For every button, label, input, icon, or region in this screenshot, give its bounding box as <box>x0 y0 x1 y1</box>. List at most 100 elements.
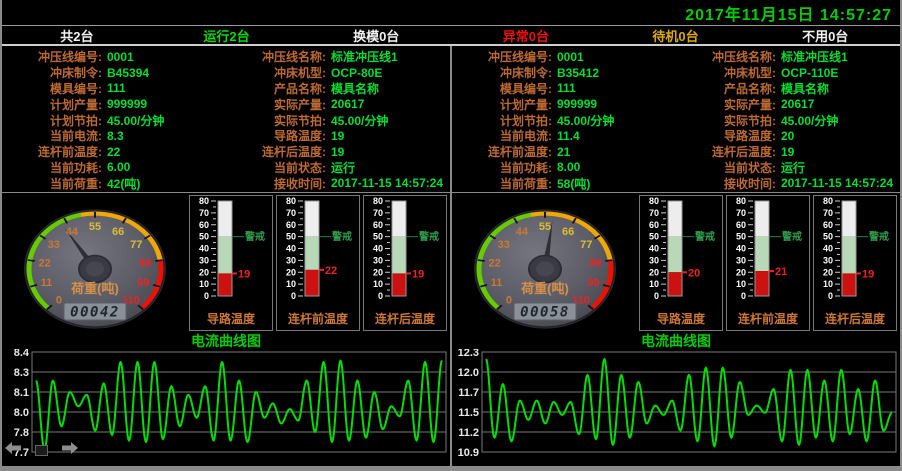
forward-arrow-icon[interactable] <box>61 441 79 460</box>
thermo-scale-label: 80 <box>199 196 209 206</box>
info-label: 产品名称: <box>676 80 776 97</box>
info-value: 45.00/分钟 <box>326 112 388 129</box>
info-label: 冲压线编号: <box>2 48 102 65</box>
thermo-scale-label: 70 <box>199 208 209 218</box>
chart-title: 电流曲线图 <box>2 333 450 349</box>
thermo-scale-label: 40 <box>286 244 296 254</box>
info-value: 6.00 <box>102 160 130 174</box>
status-total-count: 共2台 <box>2 26 152 45</box>
info-value: 19 <box>326 145 344 159</box>
thermo-scale-label: 40 <box>736 244 746 254</box>
info-value: 42(吨) <box>102 175 140 192</box>
info-label: 连杆后温度: <box>226 143 326 160</box>
thermo-scale-label: 80 <box>373 196 383 206</box>
info-label: 导路温度: <box>676 127 776 144</box>
info-value: 19 <box>776 145 794 159</box>
info-label: 连杆前温度: <box>2 143 102 160</box>
info-value: 运行 <box>776 159 805 176</box>
thermo-scale-label: 10 <box>199 279 209 289</box>
info-row: 实际产量:20617 <box>226 96 450 112</box>
thermo-scale-label: 50 <box>823 232 833 242</box>
window-icon[interactable] <box>35 445 48 456</box>
gauge-tick-label: 33 <box>48 239 60 251</box>
info-value: OCP-110E <box>776 66 838 80</box>
info-label: 冲压线名称: <box>226 48 326 65</box>
thermo-scale-label: 0 <box>654 291 659 301</box>
gauge-tick-label: 11 <box>41 277 53 289</box>
info-value: 模具名称 <box>776 80 829 97</box>
info-label: 计划产量: <box>2 96 102 113</box>
info-column-right: 冲压线名称:标准冲压线1冲床机型:OCP-80E产品名称:模具名称实际产量:20… <box>226 49 450 192</box>
machine-status-summary-bar: 共2台 运行2台 换模0台 异常0台 待机0台 不用0台 <box>2 26 900 46</box>
info-row: 当前功耗:8.00 <box>452 160 676 176</box>
thermo-scale-label: 50 <box>649 232 659 242</box>
thermo-scale-label: 30 <box>286 255 296 265</box>
thermometer-svg: 80706050403020100警戒22 <box>277 196 359 309</box>
y-axis-tick-label: 8.3 <box>14 367 29 379</box>
gauge-tick-label: 0 <box>56 294 62 306</box>
thermo-scale-label: 60 <box>649 220 659 230</box>
status-running-count: 运行2台 <box>152 26 302 45</box>
info-value: 19 <box>326 129 344 143</box>
gauge-tick-label: 99 <box>137 277 149 289</box>
back-arrow-icon[interactable] <box>4 441 22 460</box>
thermo-scale-label: 20 <box>823 267 833 277</box>
thermometer-rod-rear-temp: 80706050403020100警戒19连杆后温度 <box>363 195 447 331</box>
info-value: 20 <box>776 129 794 143</box>
thermo-scale-label: 60 <box>286 220 296 230</box>
info-row: 冲压线名称:标准冲压线1 <box>676 49 900 65</box>
info-value: 20617 <box>326 97 364 111</box>
info-value: 111 <box>102 81 126 95</box>
thermo-title: 导路温度 <box>657 310 705 327</box>
thermo-value-label: 19 <box>238 268 250 280</box>
thermo-scale-label: 50 <box>373 232 383 242</box>
y-axis-tick-label: 7.8 <box>14 427 29 439</box>
info-value: B45394 <box>102 66 149 80</box>
thermo-scale-label: 50 <box>286 232 296 242</box>
info-row: 连杆后温度:19 <box>676 144 900 160</box>
y-axis-tick-label: 12.0 <box>458 367 479 379</box>
info-value: 2017-11-15 14:57:24 <box>326 176 443 190</box>
y-axis-tick-label: 12.3 <box>458 349 479 359</box>
load-gauge: 0112233445566778899110荷重(吨)00042 <box>4 195 186 332</box>
info-row: 当前功耗:6.00 <box>2 160 226 176</box>
info-row: 冲压线编号:0001 <box>2 49 226 65</box>
info-row: 当前荷重:42(吨) <box>2 175 226 191</box>
thermo-scale-label: 0 <box>828 291 833 301</box>
info-row: 导路温度:19 <box>226 128 450 144</box>
thermo-scale-label: 80 <box>823 196 833 206</box>
info-label: 模具编号: <box>452 80 552 97</box>
info-value: 11.4 <box>552 129 580 143</box>
thermo-scale-label: 20 <box>649 267 659 277</box>
info-row: 冲床制令:B45394 <box>2 65 226 81</box>
thermo-scale-label: 70 <box>823 208 833 218</box>
thermo-scale-label: 70 <box>736 208 746 218</box>
info-label: 实际产量: <box>676 96 776 113</box>
info-value: 0001 <box>552 50 584 64</box>
thermometer-svg: 80706050403020100警戒21 <box>727 196 809 309</box>
machine-2-meters: 0112233445566778899110荷重(吨)00058 8070605… <box>452 193 900 333</box>
thermo-scale-label: 60 <box>736 220 746 230</box>
thermo-scale-label: 70 <box>373 208 383 218</box>
machine-2-info-panel: 冲压线编号:0001冲床制令:B35412模具编号:111计划产量:999999… <box>452 46 900 193</box>
thermo-title: 连杆后温度 <box>825 310 885 327</box>
thermo-title: 连杆后温度 <box>375 310 435 327</box>
gauge-tick-label: 44 <box>66 226 79 238</box>
info-value: 标准冲压线1 <box>776 48 848 65</box>
status-abnormal-count: 异常0台 <box>451 26 601 45</box>
info-label: 接收时间: <box>226 175 326 192</box>
info-row: 产品名称:模具名称 <box>676 81 900 97</box>
info-column-left: 冲压线编号:0001冲床制令:B35412模具编号:111计划产量:999999… <box>452 49 676 192</box>
info-value: 模具名称 <box>326 80 379 97</box>
y-axis-tick-label: 11.2 <box>458 427 479 439</box>
thermo-scale-label: 80 <box>649 196 659 206</box>
thermometer-svg: 80706050403020100警戒20 <box>640 196 722 309</box>
info-row: 当前状态:运行 <box>226 160 450 176</box>
thermo-scale-label: 0 <box>378 291 383 301</box>
info-row: 连杆前温度:21 <box>452 144 676 160</box>
info-row: 接收时间:2017-11-15 14:57:24 <box>676 175 900 191</box>
gauge-tick-label: 88 <box>139 257 151 269</box>
info-row: 连杆后温度:19 <box>226 144 450 160</box>
thermo-warning-label: 警戒 <box>244 230 265 243</box>
main-area: 冲压线编号:0001冲床制令:B45394模具编号:111计划产量:999999… <box>2 46 900 466</box>
